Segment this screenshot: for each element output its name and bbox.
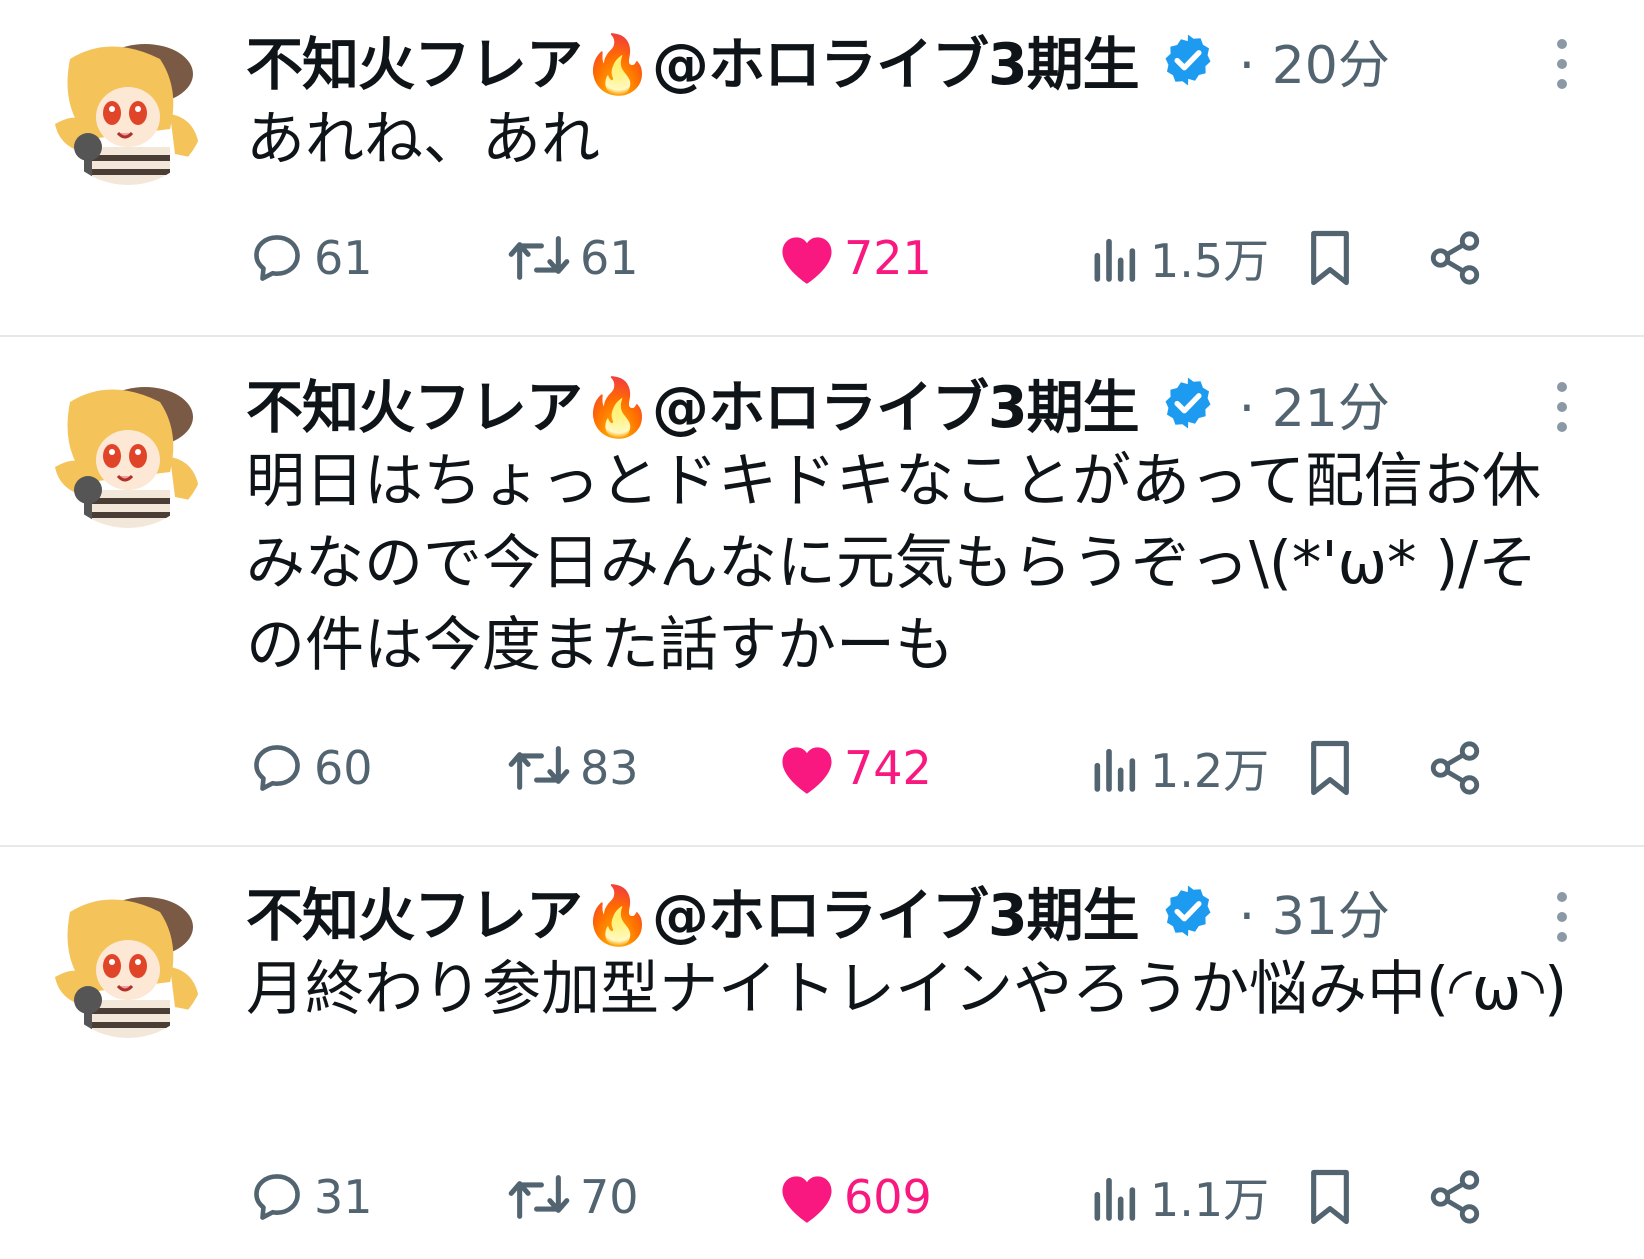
tweet-header: 不知火フレア🔥@ホロライブ3期生 · 20分 [246,23,1390,98]
retweet-count: 83 [580,741,639,795]
tweet[interactable]: 不知火フレア🔥@ホロライブ3期生 · 20分 あれね、あれ 61 61 721 … [0,0,1644,322]
views-count: 1.1万 [1150,1173,1270,1227]
display-name[interactable]: 不知火フレア🔥@ホロライブ3期生 [246,362,1140,444]
reply-count: 31 [314,1170,373,1224]
timestamp[interactable]: · 21分 [1239,366,1390,441]
tweet-divider [0,335,1644,337]
share-button[interactable] [1426,1162,1484,1232]
reply-button[interactable]: 61 [246,223,373,293]
retweet-button[interactable]: 83 [504,733,639,803]
retweet-count: 61 [580,231,639,285]
share-button[interactable] [1426,223,1484,293]
views-count: 1.2万 [1150,744,1270,798]
verified-badge-icon [1159,31,1217,89]
verified-badge-icon [1159,882,1217,940]
views-button[interactable]: 1.1万 [1088,1162,1269,1232]
views-icon [1088,1168,1144,1226]
action-bar: 61 61 721 1.5万 [246,223,1576,293]
more-icon[interactable] [1554,37,1570,91]
bookmark-icon [1302,1166,1358,1228]
bookmark-button[interactable] [1302,733,1358,803]
like-count: 609 [844,1170,932,1224]
bookmark-icon [1302,737,1358,799]
tweet-text: 明日はちょっとドキドキなことがあって配信お休みなので今日みんなに元気もらうぞっ\… [246,446,1542,679]
share-icon [1426,229,1484,287]
retweet-icon [504,229,574,287]
like-count: 742 [844,741,932,795]
reply-icon [246,229,308,287]
timestamp[interactable]: · 20分 [1239,23,1390,98]
retweet-icon [504,739,574,797]
share-icon [1426,1168,1484,1226]
like-icon [776,1168,838,1226]
avatar[interactable] [50,372,206,528]
reply-button[interactable]: 60 [246,733,373,803]
like-icon [776,739,838,797]
more-icon[interactable] [1554,380,1570,434]
bookmark-button[interactable] [1302,223,1358,293]
share-button[interactable] [1426,733,1484,803]
tweet[interactable]: 不知火フレア🔥@ホロライブ3期生 · 31分 月終わり参加型ナイトレインやろうか… [0,852,1644,1259]
retweet-button[interactable]: 61 [504,223,639,293]
tweet[interactable]: 不知火フレア🔥@ホロライブ3期生 · 21分 明日はちょっとドキドキなことがあっ… [0,342,1644,834]
like-button[interactable]: 609 [776,1162,932,1232]
action-bar: 60 83 742 1.2万 [246,733,1576,803]
tweet-divider [0,845,1644,847]
reply-count: 60 [314,741,373,795]
display-name[interactable]: 不知火フレア🔥@ホロライブ3期生 [246,870,1140,952]
views-count: 1.5万 [1150,234,1270,288]
avatar[interactable] [50,29,206,185]
verified-badge-icon [1159,374,1217,432]
reply-button[interactable]: 31 [246,1162,373,1232]
more-icon[interactable] [1554,890,1570,944]
tweet-text: 月終わり参加型ナイトレインやろうか悩み中(◜ω◝) [246,954,1568,1023]
action-bar: 31 70 609 1.1万 [246,1162,1576,1232]
like-icon [776,229,838,287]
retweet-button[interactable]: 70 [504,1162,639,1232]
tweet-header: 不知火フレア🔥@ホロライブ3期生 · 31分 [246,874,1390,949]
like-count: 721 [844,231,932,285]
share-icon [1426,739,1484,797]
retweet-count: 70 [580,1170,639,1224]
reply-count: 61 [314,231,373,285]
retweet-icon [504,1168,574,1226]
tweet-header: 不知火フレア🔥@ホロライブ3期生 · 21分 [246,366,1390,441]
views-button[interactable]: 1.2万 [1088,733,1269,803]
reply-icon [246,1168,308,1226]
timestamp[interactable]: · 31分 [1239,874,1390,949]
views-icon [1088,229,1144,287]
views-icon [1088,739,1144,797]
bookmark-icon [1302,227,1358,289]
bookmark-button[interactable] [1302,1162,1358,1232]
tweet-text: あれね、あれ [246,104,601,173]
like-button[interactable]: 742 [776,733,932,803]
display-name[interactable]: 不知火フレア🔥@ホロライブ3期生 [246,19,1140,101]
reply-icon [246,739,308,797]
views-button[interactable]: 1.5万 [1088,223,1269,293]
like-button[interactable]: 721 [776,223,932,293]
avatar[interactable] [50,882,206,1038]
